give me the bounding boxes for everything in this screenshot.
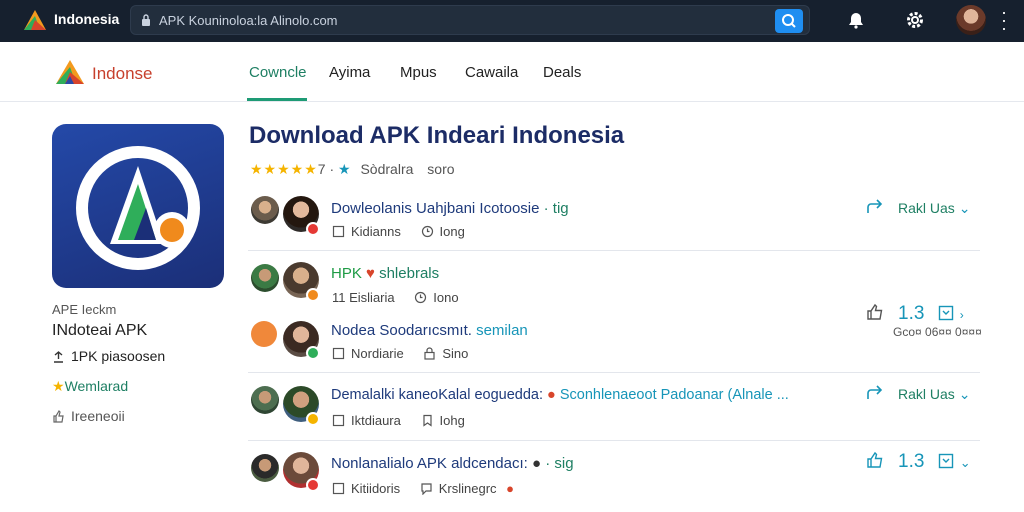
thumb-up-icon <box>867 451 883 468</box>
divider <box>248 250 980 251</box>
tab-cowncle[interactable]: Cowncle <box>249 64 307 81</box>
lock-icon <box>424 347 435 360</box>
list-item-action[interactable]: Rakl Uas ⌄ <box>866 199 970 217</box>
list-item-meta: Kidianns Iong <box>332 224 465 239</box>
rating-text: Sòdralra <box>360 161 414 177</box>
avatar <box>251 386 279 414</box>
badge-icon: ● <box>547 387 556 403</box>
url-text: APK Kouninoloa:la Alinolo.com <box>159 13 338 28</box>
nav-bar: Indonse Cowncle Ayima Mpus Cawaila Deals <box>0 42 1024 102</box>
list-item-title[interactable]: Nonlanalialo APK aldcendacı: ● · sig <box>331 455 574 472</box>
list-item-action[interactable]: 1.3 › <box>866 303 964 325</box>
bell-icon[interactable] <box>846 10 866 30</box>
list-item-title[interactable]: Dowleolanis Uahjbani Icotoosie · tig <box>331 200 569 217</box>
page-title: Download APK Indeari Indonesia <box>249 122 625 149</box>
top-bar: Indonesia APK Kouninoloa:la Alinolo.com … <box>0 0 1024 42</box>
list-item-subtext: Gco¤ 06¤¤ 0¤¤¤ <box>893 325 982 339</box>
brand-name[interactable]: Indonesia <box>54 11 119 27</box>
wishlist-link[interactable]: ★Wemlarad <box>52 378 128 395</box>
list-item-meta: 11 Eisliaria Iono <box>332 290 459 305</box>
app-icon <box>52 124 224 288</box>
tab-cawaila[interactable]: Cawaila <box>465 64 518 81</box>
list-item-action[interactable]: Rakl Uas ⌄ <box>866 385 970 403</box>
list-item-meta: Iktdiaura Iohg <box>332 413 465 428</box>
list-item-title[interactable]: HPK ♥ shlebrals <box>331 265 439 282</box>
search-button[interactable] <box>775 9 803 33</box>
share-icon <box>867 199 883 213</box>
size-label: 1PK piasoosen <box>71 348 166 364</box>
tab-ayima[interactable]: Ayima <box>329 64 370 81</box>
report-label: Ireeneoii <box>71 408 125 424</box>
status-badge <box>306 288 320 302</box>
size-info: 1PK piasoosen <box>52 348 165 364</box>
download-icon <box>938 305 953 321</box>
divider <box>248 372 980 373</box>
avatar <box>251 264 279 292</box>
rating-value: 7 <box>317 161 326 177</box>
tab-deals[interactable]: Deals <box>543 64 581 81</box>
nav-brand[interactable]: Indonse <box>92 64 153 84</box>
rating-line: ★★★★★7 · ★ Sòdralra soro <box>250 161 455 177</box>
report-link[interactable]: Ireeneoii <box>52 408 125 424</box>
active-tab-indicator <box>247 98 307 101</box>
lock-icon <box>142 14 150 26</box>
more-vert-icon[interactable]: · · · <box>998 3 1010 37</box>
badge-icon: ● <box>531 455 542 472</box>
status-badge <box>306 222 320 236</box>
thumb-up-icon <box>867 303 883 320</box>
star-icon: ★ <box>338 161 351 177</box>
box-icon <box>332 347 345 360</box>
badge-icon: ● <box>506 481 515 496</box>
list-item-meta: Kitiidoris Krslinegrc ● <box>332 481 514 496</box>
tab-mpus[interactable]: Mpus <box>400 64 437 81</box>
gear-icon[interactable] <box>905 10 925 30</box>
list-item-action[interactable]: 1.3 ⌄ <box>866 451 971 473</box>
avatar <box>251 321 277 347</box>
download-icon <box>938 453 953 469</box>
rating-extra: soro <box>427 161 455 177</box>
logo-icon[interactable] <box>54 58 86 86</box>
clock-icon <box>421 225 433 238</box>
avatar[interactable] <box>956 5 986 35</box>
rating-stars: ★★★★★ <box>250 161 318 177</box>
star-icon: ★ <box>52 378 65 394</box>
status-badge <box>306 346 320 360</box>
wishlist-label: Wemlarad <box>64 378 129 394</box>
app-label: APE Ieckm <box>52 302 117 317</box>
status-badge <box>306 412 320 426</box>
clock-icon <box>415 291 427 304</box>
box-icon <box>332 482 345 495</box>
divider <box>248 440 980 441</box>
share-icon <box>867 385 883 399</box>
box-icon <box>332 414 345 427</box>
status-badge <box>306 478 320 492</box>
address-bar[interactable]: APK Kouninoloa:la Alinolo.com <box>130 5 810 35</box>
search-icon <box>782 14 796 28</box>
list-item-title[interactable]: Demalalki kaneoKalal eoguedda: ● Sconhle… <box>331 387 789 403</box>
app-logo-icon[interactable] <box>22 8 48 32</box>
list-item-title[interactable]: Nodea Soodarıcsmıt. semilan <box>331 322 528 339</box>
avatar <box>251 196 279 224</box>
chat-icon <box>421 483 432 495</box>
bookmark-icon <box>422 414 432 427</box>
upload-icon <box>54 351 63 363</box>
app-name: INdoteai APK <box>52 322 148 339</box>
app-logo-icon <box>76 146 200 270</box>
thumb-icon <box>53 410 64 423</box>
box-icon <box>332 225 345 238</box>
list-item-meta: Nordiarie Sino <box>332 346 468 361</box>
heart-icon: ♥ <box>366 265 375 282</box>
avatar <box>251 454 279 482</box>
